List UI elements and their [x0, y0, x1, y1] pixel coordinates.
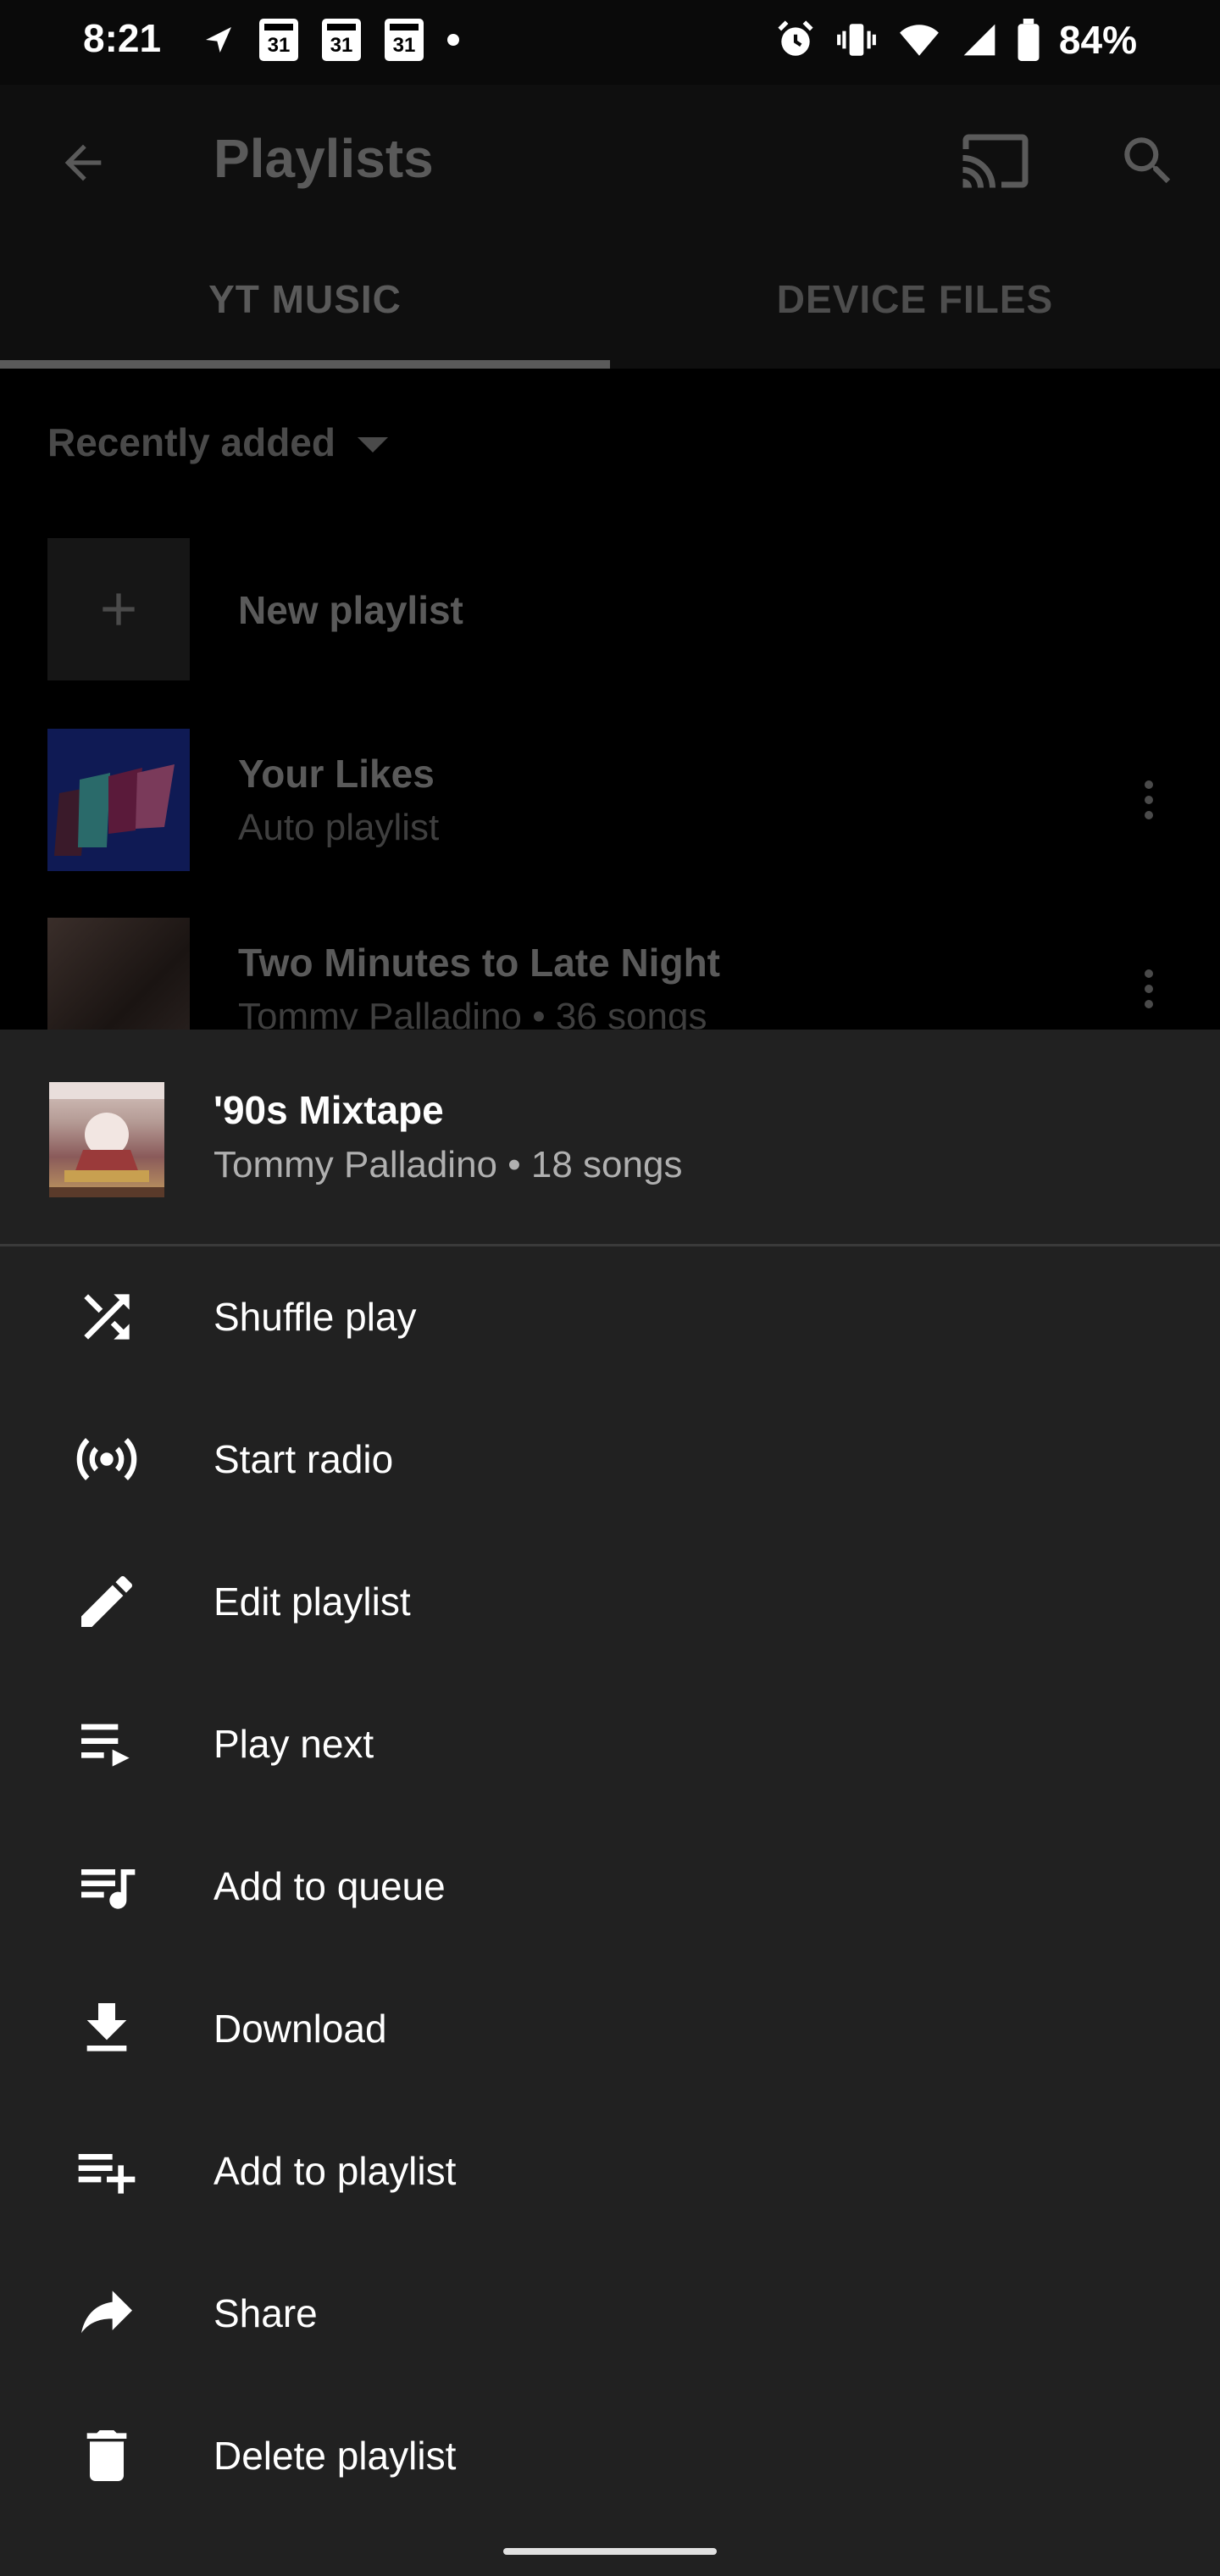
battery-percentage: 84%	[1058, 18, 1137, 62]
cast-icon	[962, 134, 1029, 188]
menu-item-download[interactable]: Download	[0, 1957, 1220, 2100]
album-art-thumbnail	[47, 918, 190, 1030]
more-notifications-dot-icon	[447, 34, 459, 46]
cast-button[interactable]	[949, 119, 1042, 203]
notification-icons: 31 31 31	[202, 19, 459, 61]
menu-item-edit-playlist[interactable]: Edit playlist	[0, 1530, 1220, 1673]
bottom-sheet: '90s Mixtape Tommy Palladino • 18 songs …	[0, 1030, 1220, 2576]
menu-item-label: Add to playlist	[214, 2149, 457, 2193]
more-options-button[interactable]	[1115, 766, 1183, 834]
menu-item-start-radio[interactable]: Start radio	[0, 1388, 1220, 1530]
menu-item-add-to-queue[interactable]: Add to queue	[0, 1815, 1220, 1957]
list-item-subtitle: Auto playlist	[238, 807, 440, 848]
vibrate-icon	[837, 24, 876, 56]
calendar-icon: 31	[385, 19, 424, 61]
sheet-subtitle: Tommy Palladino • 18 songs	[214, 1144, 683, 1185]
add-to-queue-icon	[68, 1847, 146, 1925]
list-item-two-minutes[interactable]: Two Minutes to Late Night Tommy Palladin…	[47, 918, 1183, 1030]
list-item-your-likes[interactable]: Your Likes Auto playlist	[47, 729, 1183, 871]
battery-icon	[1018, 19, 1040, 61]
trash-icon	[68, 2417, 146, 2495]
back-arrow-icon	[64, 144, 102, 181]
sort-label: Recently added	[47, 420, 336, 464]
status-bar: 8:21 31 31 31 84%	[0, 0, 1220, 85]
system-icons: 84%	[774, 17, 1137, 63]
album-art	[49, 1082, 164, 1197]
list-item-new-playlist[interactable]: New playlist	[47, 538, 1183, 680]
add-to-playlist-icon	[68, 2132, 146, 2210]
plus-icon	[47, 538, 190, 680]
home-indicator[interactable]	[503, 2548, 717, 2555]
menu-item-label: Delete playlist	[214, 2434, 457, 2478]
menu-item-label: Play next	[214, 1722, 374, 1766]
page-title: Playlists	[214, 128, 434, 189]
more-options-button[interactable]	[1115, 955, 1183, 1023]
sheet-title: '90s Mixtape	[214, 1088, 444, 1132]
caret-down-icon	[358, 437, 388, 452]
calendar-icon: 31	[322, 19, 361, 61]
signal-icon	[963, 24, 995, 56]
menu-item-label: Add to queue	[214, 1864, 446, 1908]
status-time: 8:21	[83, 16, 162, 60]
menu-item-label: Download	[214, 2007, 387, 2051]
tab-device-files[interactable]: DEVICE FILES	[610, 229, 1220, 369]
tab-bar: YT MUSIC DEVICE FILES	[0, 229, 1220, 369]
menu-item-share[interactable]: Share	[0, 2242, 1220, 2384]
list-item-title: Two Minutes to Late Night	[238, 941, 720, 985]
download-icon	[68, 1990, 146, 2068]
menu-item-play-next[interactable]: Play next	[0, 1673, 1220, 1815]
pencil-icon	[68, 1563, 146, 1641]
list-item-subtitle: Tommy Palladino • 36 songs	[238, 996, 707, 1030]
alarm-icon	[778, 20, 813, 56]
sort-dropdown[interactable]: Recently added	[47, 419, 388, 465]
back-button[interactable]	[41, 120, 125, 205]
menu-item-shuffle-play[interactable]: Shuffle play	[0, 1246, 1220, 1388]
search-icon	[1124, 137, 1171, 184]
playlist-list: Recently added New playlist Your Likes A…	[0, 369, 1220, 1030]
radio-icon	[68, 1420, 146, 1498]
menu-item-label: Start radio	[214, 1437, 394, 1481]
menu-item-label: Share	[214, 2291, 318, 2335]
app-bar: Playlists	[0, 85, 1220, 229]
shuffle-icon	[68, 1278, 146, 1356]
menu-item-label: Shuffle play	[214, 1295, 417, 1339]
action-menu: Shuffle play Start radio Edit playlist P…	[0, 1246, 1220, 2527]
tab-yt-music[interactable]: YT MUSIC	[0, 229, 610, 369]
menu-item-label: Edit playlist	[214, 1579, 411, 1624]
menu-item-add-to-playlist[interactable]: Add to playlist	[0, 2100, 1220, 2242]
navigation-arrow-icon	[206, 27, 231, 53]
sheet-header: '90s Mixtape Tommy Palladino • 18 songs	[0, 1030, 1220, 1246]
search-button[interactable]	[1101, 119, 1195, 203]
wifi-icon	[900, 25, 939, 56]
play-next-icon	[68, 1705, 146, 1783]
calendar-icon: 31	[259, 19, 298, 61]
list-item-title: New playlist	[238, 588, 463, 632]
tab-selected-indicator	[0, 360, 610, 369]
menu-item-delete-playlist[interactable]: Delete playlist	[0, 2384, 1220, 2527]
share-icon	[68, 2274, 146, 2352]
list-item-title: Your Likes	[238, 752, 435, 796]
your-likes-thumbnail	[47, 729, 190, 871]
